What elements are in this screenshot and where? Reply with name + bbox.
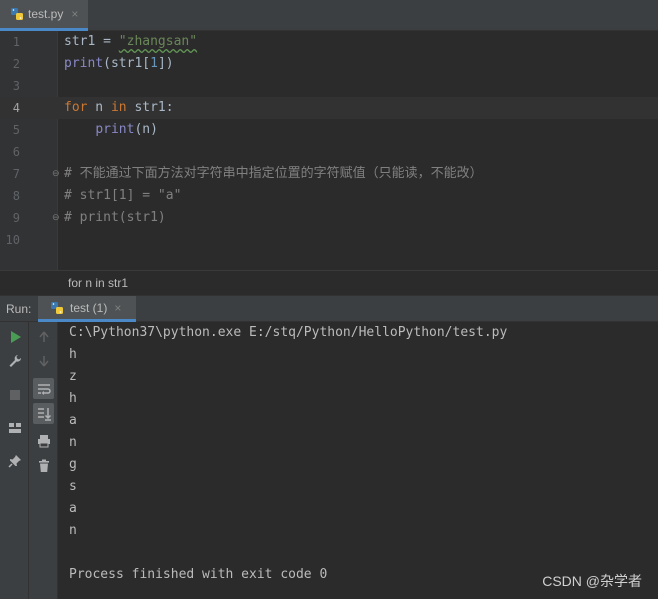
code-line[interactable]: 6 xyxy=(0,141,658,163)
console-line: Process finished with exit code 0 xyxy=(69,567,328,582)
rerun-button[interactable] xyxy=(4,326,25,347)
python-run-config-icon xyxy=(51,301,63,314)
pin-tab-button[interactable] xyxy=(4,450,25,471)
line-number: 8 xyxy=(12,189,20,203)
previous-occurrence-button[interactable] xyxy=(33,326,54,347)
console-line: s xyxy=(69,479,77,494)
line-number: 10 xyxy=(5,233,20,247)
scroll-to-end-icon xyxy=(37,407,51,421)
code-token: n xyxy=(87,100,111,115)
code-token: "zhangsan" xyxy=(118,34,198,49)
code-line[interactable]: 2 print(str1[1]) xyxy=(0,53,658,75)
print-button[interactable] xyxy=(33,430,54,451)
breadcrumb-item[interactable]: for n in str1 xyxy=(68,276,128,290)
console-line: C:\Python37\python.exe E:/stq/Python/Hel… xyxy=(69,325,508,340)
arrow-up-icon xyxy=(38,331,49,342)
close-tab-icon[interactable]: × xyxy=(71,7,78,21)
soft-wrap-icon xyxy=(37,383,51,395)
code-token: print xyxy=(95,122,135,137)
console-line: z xyxy=(69,369,77,384)
next-occurrence-button[interactable] xyxy=(33,350,54,371)
line-number: 2 xyxy=(12,57,20,71)
code-token: print xyxy=(64,56,104,71)
run-console[interactable]: C:\Python37\python.exe E:/stq/Python/Hel… xyxy=(58,322,658,599)
code-text: print(str1[1]) xyxy=(64,53,174,75)
code-token: (str1[ xyxy=(103,56,151,71)
line-number: 4 xyxy=(12,101,20,115)
run-tab-test[interactable]: test (1) × xyxy=(38,296,136,322)
console-line: a xyxy=(69,501,77,516)
line-number: 1 xyxy=(12,35,20,49)
console-line: h xyxy=(69,347,77,362)
code-line[interactable]: 4 for n in str1: xyxy=(0,97,658,119)
console-line: h xyxy=(69,391,77,406)
code-text: print(n) xyxy=(64,119,158,141)
line-number: 3 xyxy=(12,79,20,93)
run-icon xyxy=(10,330,21,343)
code-line[interactable]: 10 xyxy=(0,229,658,251)
code-token: (n) xyxy=(134,122,158,137)
code-line[interactable]: 3 xyxy=(0,75,658,97)
code-token: str1: xyxy=(126,100,174,115)
fold-start-icon[interactable]: ⊖ xyxy=(52,168,62,178)
console-line: n xyxy=(69,435,77,450)
arrow-down-icon xyxy=(38,355,49,366)
code-line[interactable]: 5 print(n) xyxy=(0,119,658,141)
fold-end-icon[interactable]: ⊖ xyxy=(52,212,62,222)
code-token: str1 = xyxy=(64,34,119,49)
run-tool-window-header: Run: test (1) × xyxy=(0,295,658,322)
restore-layout-button[interactable] xyxy=(4,417,25,438)
run-toolbar-right xyxy=(29,322,58,599)
code-line[interactable]: 8 # str1[1] = "a" xyxy=(0,185,658,207)
layout-icon xyxy=(8,422,21,433)
breadcrumb: for n in str1 xyxy=(0,270,658,295)
code-line[interactable]: 1 str1 = "zhangsan" xyxy=(0,31,658,53)
code-text: # str1[1] = "a" xyxy=(64,185,181,207)
code-text: for n in str1: xyxy=(64,97,174,119)
editor-tab-label: test.py xyxy=(28,7,64,21)
close-run-tab-icon[interactable]: × xyxy=(114,301,121,315)
editor-tab-bar: test.py × xyxy=(0,0,658,31)
code-token: in xyxy=(110,100,127,115)
line-number: 9 xyxy=(12,211,20,225)
run-tab-label: test (1) xyxy=(70,300,108,315)
code-line[interactable]: 7 # 不能通过下面方法对字符串中指定位置的字符赋值（只能读，不能改） xyxy=(0,163,658,185)
code-token: # 不能通过下面方法对字符串中指定位置的字符赋值（只能读，不能改） xyxy=(64,166,483,181)
scroll-to-end-button[interactable] xyxy=(33,403,54,424)
trash-icon xyxy=(38,459,49,472)
code-text: # 不能通过下面方法对字符串中指定位置的字符赋值（只能读，不能改） xyxy=(64,163,483,185)
code-token: # str1[1] = "a" xyxy=(64,188,182,203)
print-icon xyxy=(37,434,50,447)
code-line[interactable]: 9 # print(str1) xyxy=(0,207,658,229)
run-toolbar-left xyxy=(0,322,29,599)
code-token: 1 xyxy=(150,56,158,71)
line-number: 6 xyxy=(12,145,20,159)
editor-tab-test-py[interactable]: test.py × xyxy=(0,0,88,31)
stop-icon xyxy=(9,389,20,400)
console-line: n xyxy=(69,523,77,538)
code-token: ]) xyxy=(157,56,174,71)
code-text: # print(str1) xyxy=(64,207,166,229)
console-line: a xyxy=(69,413,77,428)
code-text: str1 = "zhangsan" xyxy=(64,31,197,53)
python-file-icon xyxy=(11,8,23,20)
line-number: 5 xyxy=(12,123,20,137)
wrench-icon xyxy=(9,354,21,367)
clear-all-button[interactable] xyxy=(33,455,54,476)
console-line: g xyxy=(69,457,77,472)
code-token: # print(str1) xyxy=(64,210,166,225)
watermark: CSDN @杂学者 xyxy=(542,573,642,589)
line-number: 7 xyxy=(12,167,20,181)
code-editor[interactable]: 1 str1 = "zhangsan" 2 print(str1[1]) 3 4 for n… xyxy=(0,31,658,270)
stop-button[interactable] xyxy=(4,384,25,405)
modify-run-config-button[interactable] xyxy=(4,350,25,371)
code-token: for xyxy=(64,100,88,115)
run-label: Run: xyxy=(6,302,32,316)
soft-wrap-button[interactable] xyxy=(33,378,54,399)
pin-icon xyxy=(7,454,21,468)
